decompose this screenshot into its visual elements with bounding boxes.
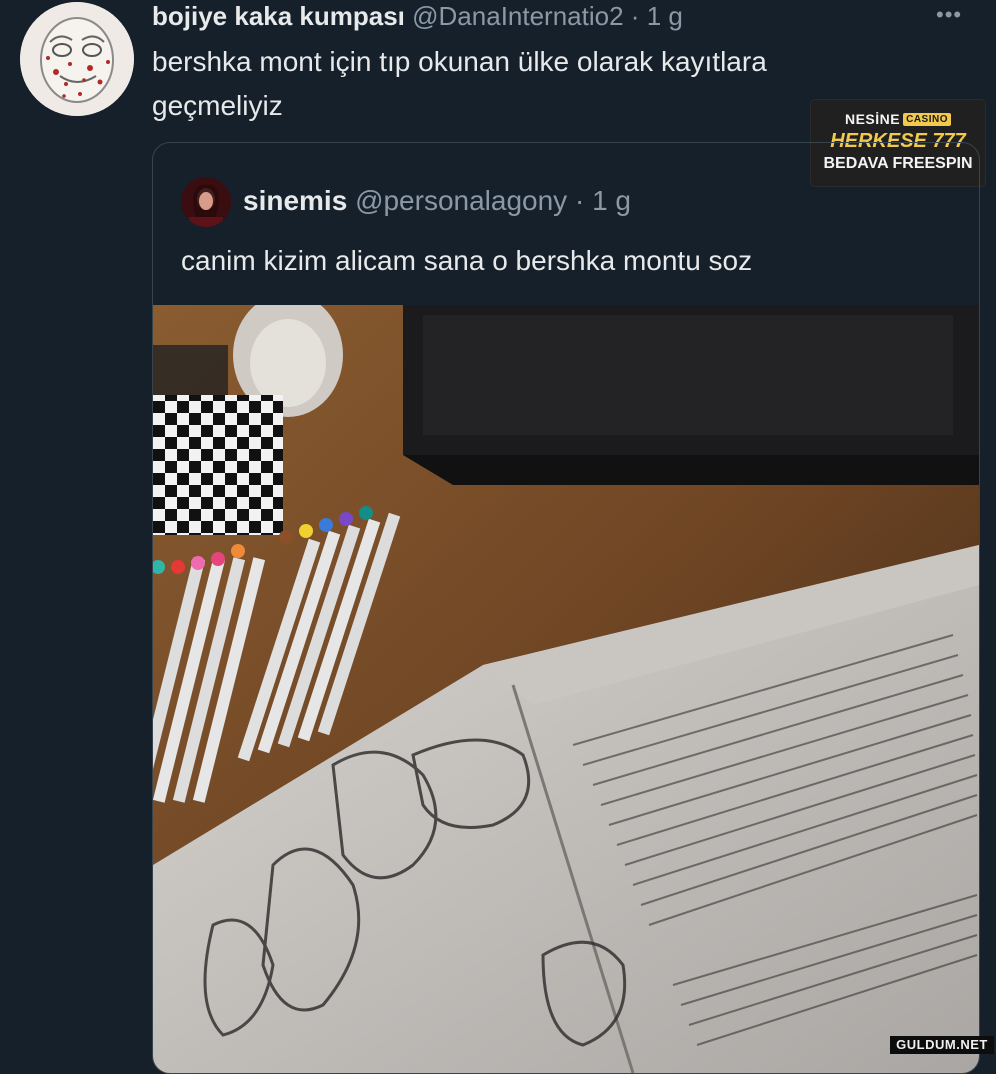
- avatar-face-image: [20, 2, 134, 116]
- tweet-header: bojiye kaka kumpası @DanaInternatio2 · 1…: [152, 0, 683, 34]
- quoted-author-handle[interactable]: @personalagony: [355, 185, 567, 216]
- desk-photo-image: [153, 293, 979, 1073]
- quoted-tweet[interactable]: sinemis @personalagony · 1 g canim kizim…: [152, 142, 980, 1074]
- quoted-author-name[interactable]: sinemis: [243, 185, 347, 216]
- watermark: GULDUM.NET: [890, 1036, 994, 1054]
- quoted-tweet-age[interactable]: 1 g: [592, 185, 631, 216]
- quoted-tweet-text: canim kizim alicam sana o bershka montu …: [181, 245, 753, 276]
- tweet-age[interactable]: 1 g: [647, 1, 683, 31]
- ad-brand: NESİNE CASINO: [811, 111, 985, 127]
- avatar[interactable]: [20, 2, 134, 116]
- quoted-header-separator: ·: [574, 185, 585, 216]
- author-name[interactable]: bojiye kaka kumpası: [152, 1, 405, 31]
- quoted-header: sinemis @personalagony · 1 g: [243, 181, 631, 221]
- header-separator: ·: [630, 1, 640, 31]
- quoted-avatar[interactable]: [181, 177, 231, 227]
- ad-brand-name: NESİNE: [844, 111, 901, 127]
- more-icon[interactable]: •••: [936, 2, 962, 28]
- quoted-tweet-photo[interactable]: [153, 293, 979, 1073]
- quoted-avatar-image: [181, 177, 231, 227]
- tweet-text: bershka mont için tıp okunan ülke olarak…: [152, 46, 767, 121]
- author-handle[interactable]: @DanaInternatio2: [412, 1, 623, 31]
- ad-brand-tag: CASINO: [903, 113, 952, 126]
